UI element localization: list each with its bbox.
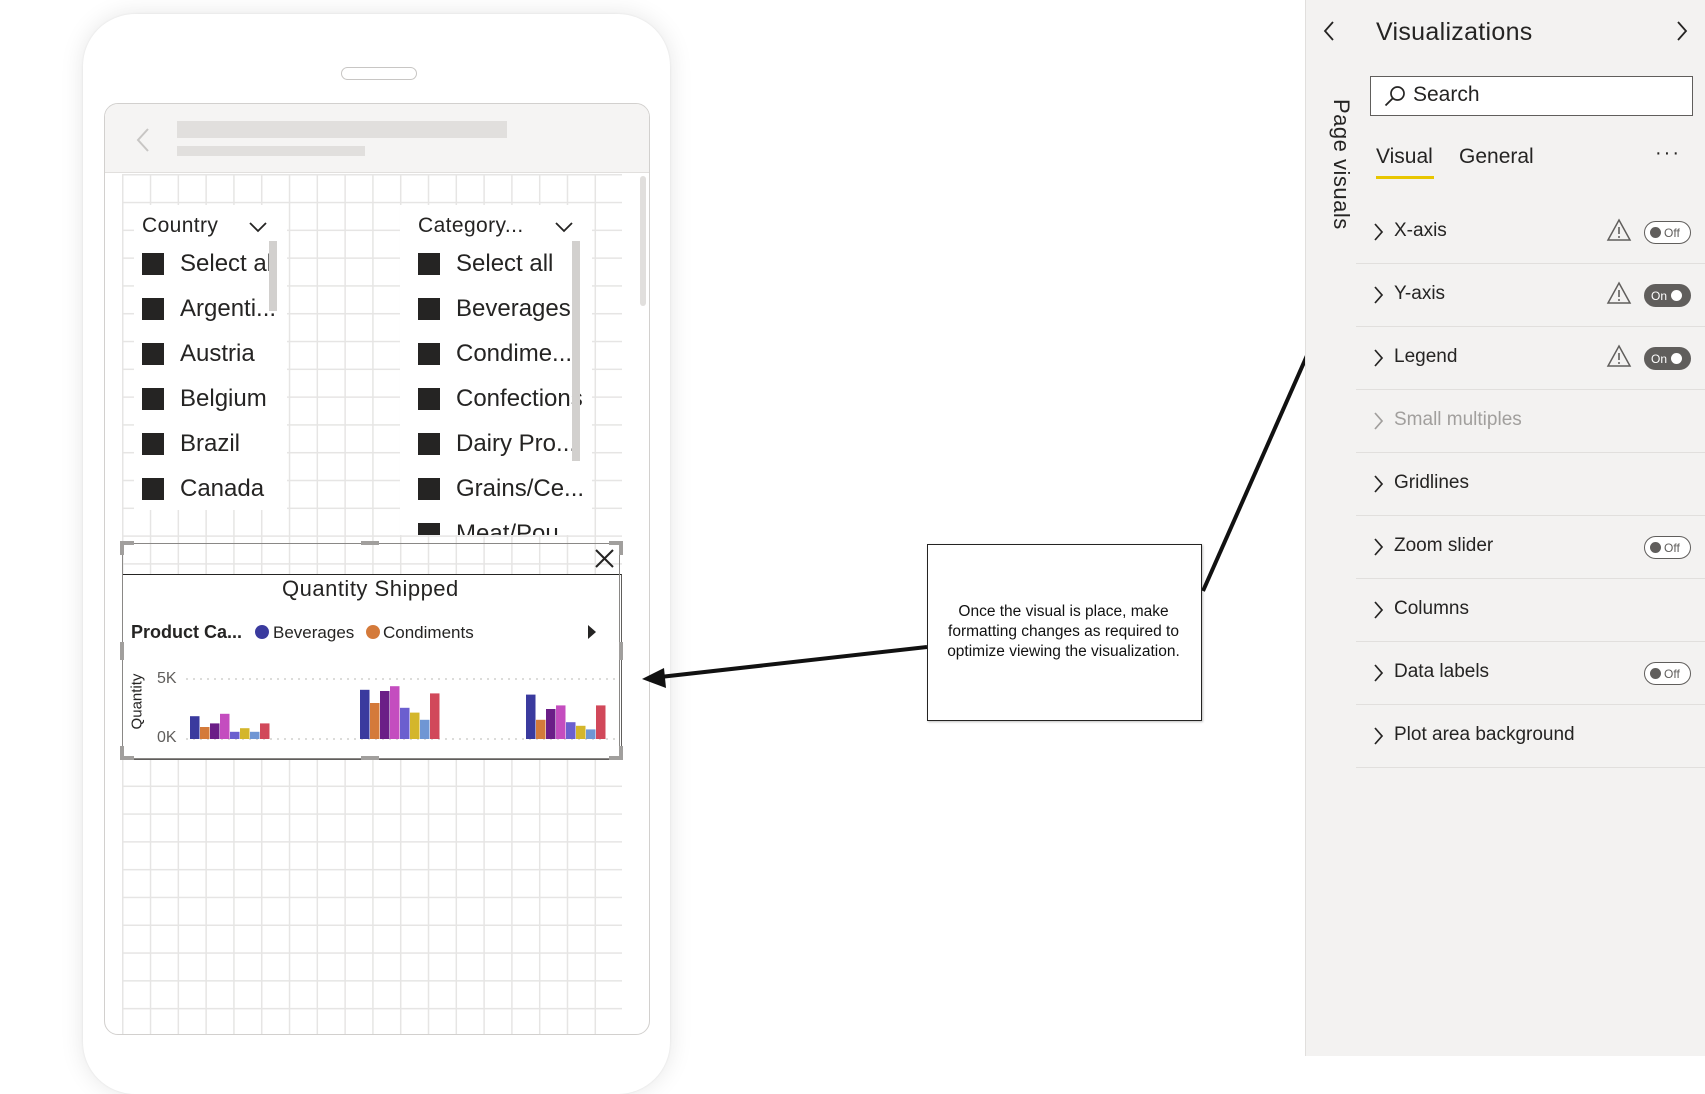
callout-line: formatting changes as required to [948,623,1179,640]
search-icon [1384,86,1405,107]
callout-text: Once the visual is place, make formattin… [927,602,1200,662]
section-label: Y-axis [1394,283,1446,304]
toggle-switch[interactable]: Off [1644,536,1691,559]
chevron-right-icon[interactable] [1372,348,1384,368]
section-label: Zoom slider [1394,535,1494,556]
format-section-zoom-slider[interactable]: Zoom slider Off [1356,516,1705,579]
toggle-knob [1671,290,1683,301]
toggle-knob [1671,353,1683,364]
toggle-label: Off [1664,540,1680,555]
toggle-switch[interactable]: On [1644,284,1691,307]
toggle-switch[interactable]: Off [1644,221,1691,244]
toggle-knob [1650,668,1661,679]
search-box[interactable] [1370,76,1693,116]
tab-general[interactable]: General [1459,145,1534,169]
toggle-label: Off [1664,225,1680,240]
page-visuals-label[interactable]: Page visuals [1306,94,1354,234]
section-label: Legend [1394,346,1458,367]
more-options-button[interactable]: ··· [1655,142,1681,165]
section-label: Data labels [1394,661,1490,682]
arrow-to-visual [659,645,928,679]
format-section-plot-area-background[interactable]: Plot area background [1356,705,1705,768]
pane-title: Visualizations [1376,18,1533,46]
format-section-gridlines[interactable]: Gridlines [1356,453,1705,516]
format-section-x-axis[interactable]: X-axis Off [1356,201,1705,264]
toggle-label: On [1651,288,1668,303]
search-input[interactable] [1413,81,1673,109]
chevron-right-icon[interactable] [1372,663,1384,683]
toggle-knob [1650,542,1661,553]
section-label: X-axis [1394,220,1447,241]
warning-icon [1606,218,1632,241]
chevron-right-icon[interactable] [1372,411,1384,431]
chevron-right-icon[interactable] [1372,474,1384,494]
chevron-left-icon[interactable] [1322,20,1336,42]
format-section-columns[interactable]: Columns [1356,579,1705,642]
chevron-right-icon[interactable] [1675,20,1689,42]
chevron-right-icon[interactable] [1372,285,1384,305]
active-tab-indicator [1376,176,1434,179]
warning-icon [1606,344,1632,367]
callout-line: optimize viewing the visualization. [947,643,1180,660]
callout-line: Once the visual is place, make [958,603,1169,620]
chevron-right-icon[interactable] [1372,726,1384,746]
chevron-right-icon[interactable] [1372,222,1384,242]
section-label: Plot area background [1394,724,1575,745]
section-label: Gridlines [1394,472,1469,493]
format-section-small-multiples[interactable]: Small multiples [1356,390,1705,453]
section-label: Small multiples [1394,409,1522,430]
warning-icon [1606,281,1632,304]
arrowhead-left [642,668,666,688]
toggle-label: On [1651,351,1668,366]
chevron-right-icon[interactable] [1372,600,1384,620]
chevron-right-icon[interactable] [1372,537,1384,557]
toggle-label: Off [1664,666,1680,681]
toggle-switch[interactable]: On [1644,347,1691,370]
format-section-legend[interactable]: Legend On [1356,327,1705,390]
section-label: Columns [1394,598,1469,619]
toggle-switch[interactable]: Off [1644,662,1691,685]
tab-visual[interactable]: Visual [1376,145,1433,169]
format-section-data-labels[interactable]: Data labels Off [1356,642,1705,705]
format-section-y-axis[interactable]: Y-axis On [1356,264,1705,327]
toggle-knob [1650,227,1661,238]
